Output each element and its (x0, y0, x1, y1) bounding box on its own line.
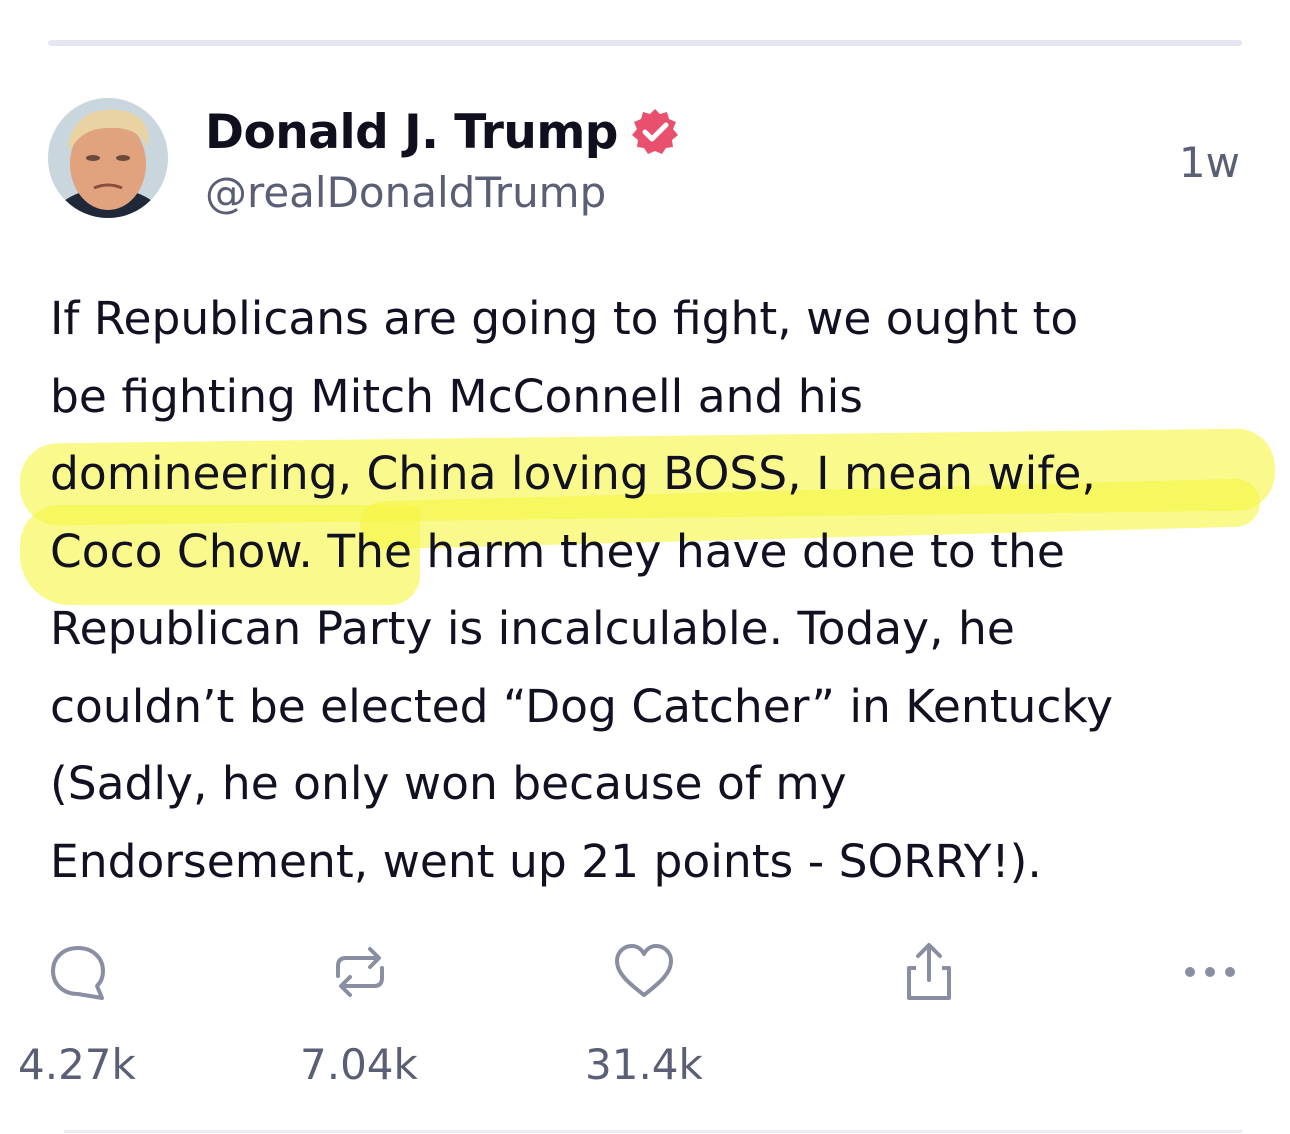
avatar[interactable] (48, 98, 168, 218)
post-body: If Republicans are going to fight, we ou… (50, 280, 1265, 900)
reply-button[interactable] (46, 940, 110, 1004)
handle[interactable]: @realDonaldTrump (205, 168, 606, 217)
display-name-row: Donald J. Trump (205, 102, 680, 162)
bottom-divider (64, 1130, 1242, 1133)
reply-icon (51, 946, 105, 1000)
verified-badge-icon (630, 107, 680, 157)
like-count: 31.4k (585, 1040, 703, 1089)
post-text-line: If Republicans are going to fight, we ou… (50, 292, 1079, 345)
post-text-line: Coco Chow. The harm they have done to th… (50, 524, 1065, 578)
post-text-line: domineering, China loving BOSS, I mean w… (50, 447, 1096, 500)
like-button[interactable] (612, 940, 676, 1004)
repost-icon (336, 947, 384, 997)
display-name[interactable]: Donald J. Trump (205, 105, 618, 160)
timestamp[interactable]: 1w (1179, 138, 1240, 187)
repost-count: 7.04k (300, 1040, 418, 1089)
top-divider (48, 40, 1242, 46)
share-button[interactable] (897, 940, 961, 1004)
post-text-line: Republican Party is incalculable. Today,… (50, 602, 1015, 655)
share-icon (907, 943, 951, 1000)
post-text-line: be fighting Mitch McConnell and his (50, 369, 863, 423)
more-icon (1185, 967, 1235, 977)
reply-count: 4.27k (18, 1040, 136, 1089)
post-text-line: couldn’t be elected “Dog Catcher” in Ken… (50, 679, 1114, 733)
repost-button[interactable] (328, 940, 392, 1004)
profile-photo (48, 98, 168, 218)
post-text-line: (Sadly, he only won because of my (50, 757, 847, 810)
more-button[interactable] (1178, 940, 1242, 1004)
post-text-line: Endorsement, went up 21 points - SORRY!)… (50, 834, 1042, 888)
heart-icon (615, 944, 673, 997)
